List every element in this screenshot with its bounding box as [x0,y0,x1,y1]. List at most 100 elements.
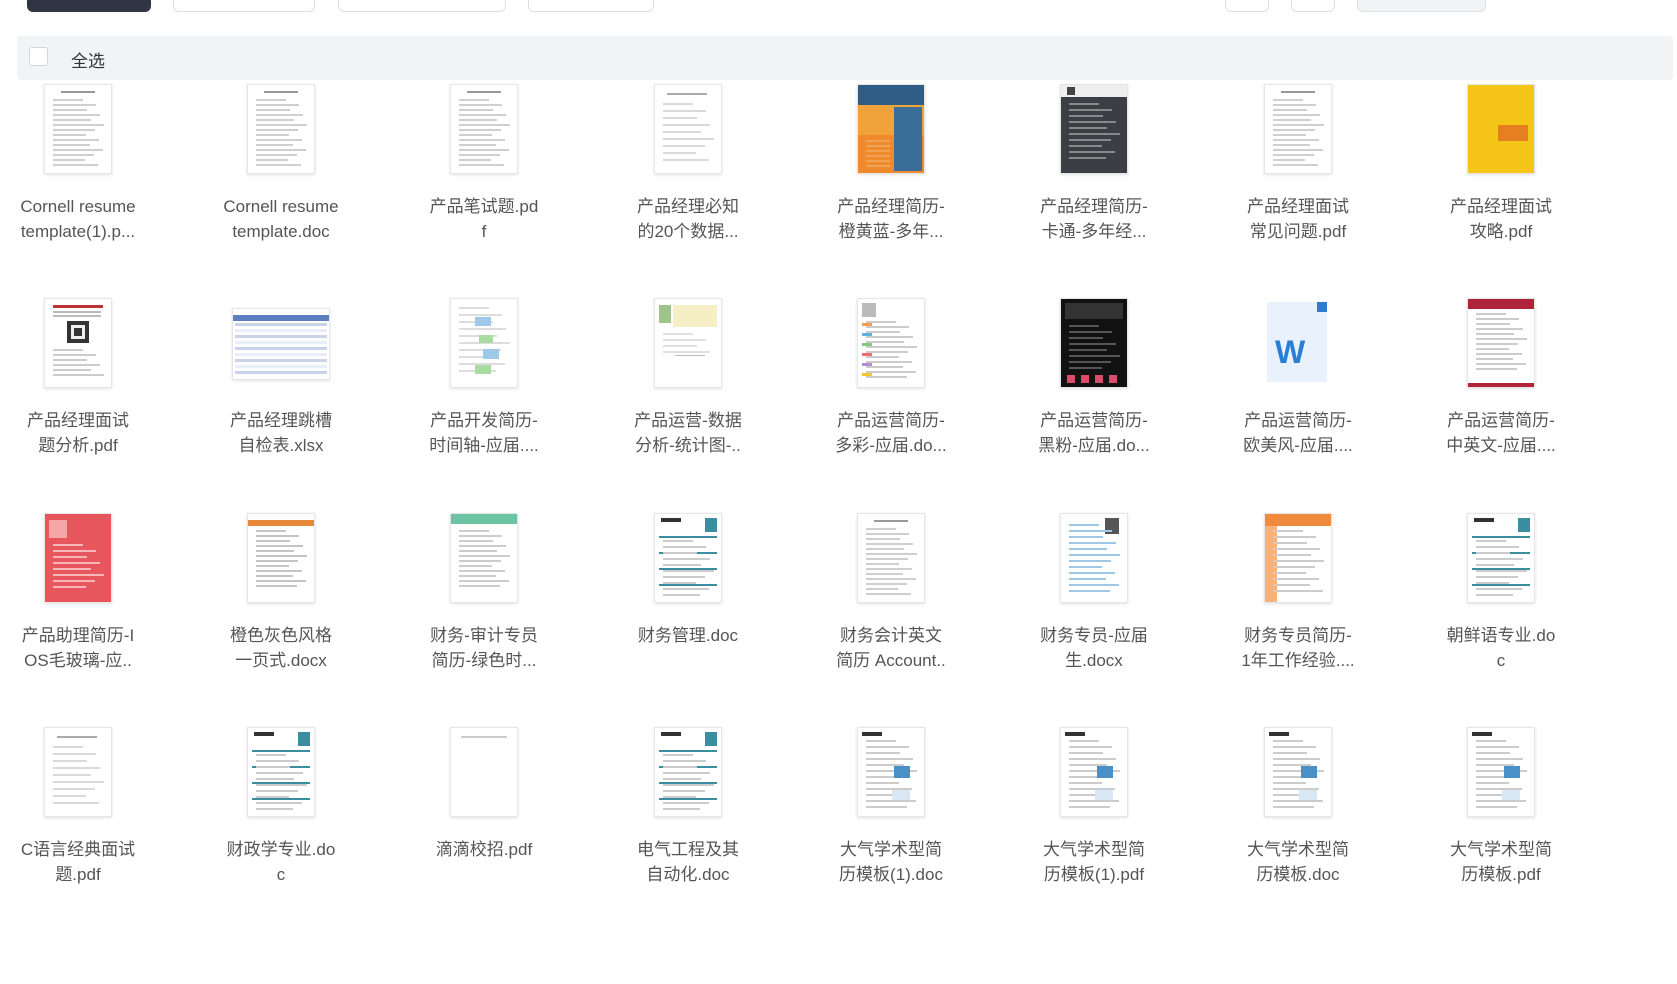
toolbar-primary-button[interactable] [27,0,151,12]
file-item[interactable]: 财务会计英文 简历 Account.. [791,513,991,713]
file-name[interactable]: 产品运营-数据 分析-统计图-.. [588,408,788,458]
file-item[interactable]: 产品经理必知 的20个数据... [588,84,788,284]
file-thumbnail[interactable] [1467,84,1535,174]
file-thumbnail[interactable] [1264,513,1332,603]
file-name[interactable]: 大气学术型简 历模板(1).pdf [994,837,1194,887]
file-thumbnail[interactable] [1060,298,1128,388]
file-thumbnail[interactable] [247,513,315,603]
file-item[interactable]: 产品运营简历- 黑粉-应届.do... [994,298,1194,498]
file-thumbnail[interactable] [857,727,925,817]
view-toggle[interactable] [1357,0,1486,12]
file-name[interactable]: 财务管理.doc [588,623,788,648]
file-name[interactable]: 产品经理简历- 橙黄蓝-多年... [791,194,991,244]
toolbar-button-2[interactable] [173,0,315,12]
toolbar-button-4[interactable] [528,0,654,12]
file-item[interactable]: 大气学术型简 历模板(1).pdf [994,727,1194,927]
file-item[interactable]: 产品运营简历- 中英文-应届.... [1401,298,1601,498]
file-item[interactable]: 电气工程及其 自动化.doc [588,727,788,927]
file-name[interactable]: 产品经理面试 题分析.pdf [0,408,178,458]
file-item[interactable]: 财务专员简历- 1年工作经验.... [1198,513,1398,713]
file-item[interactable]: 产品笔试题.pd f [384,84,584,284]
file-name[interactable]: 产品开发简历- 时间轴-应届.... [384,408,584,458]
file-name[interactable]: 产品经理简历- 卡通-多年经... [994,194,1194,244]
file-thumbnail[interactable] [857,513,925,603]
file-name[interactable]: 产品笔试题.pd f [384,194,584,244]
file-item[interactable]: 产品助理简历-I OS毛玻璃-应.. [0,513,178,713]
file-item[interactable]: 财政学专业.do c [181,727,381,927]
file-name[interactable]: 产品运营简历- 多彩-应届.do... [791,408,991,458]
file-item[interactable]: Cornell resume template(1).p... [0,84,178,284]
file-item[interactable]: C语言经典面试 题.pdf [0,727,178,927]
file-item[interactable]: 产品经理面试 常见问题.pdf [1198,84,1398,284]
file-item[interactable]: 财务管理.doc [588,513,788,713]
file-item[interactable]: 大气学术型简 历模板.pdf [1401,727,1601,927]
file-name[interactable]: 产品经理跳槽 自检表.xlsx [181,408,381,458]
file-thumbnail[interactable] [1467,727,1535,817]
file-item[interactable]: 橙色灰色风格 一页式.docx [181,513,381,713]
file-thumbnail[interactable] [654,84,722,174]
file-name[interactable]: 橙色灰色风格 一页式.docx [181,623,381,673]
file-name[interactable]: 大气学术型简 历模板.doc [1198,837,1398,887]
toolbar-icon-button-2[interactable] [1291,0,1335,12]
file-thumbnail[interactable] [450,513,518,603]
file-thumbnail[interactable] [1264,727,1332,817]
file-thumbnail[interactable]: W [1265,298,1331,386]
file-item[interactable]: 产品经理简历- 橙黄蓝-多年... [791,84,991,284]
file-name[interactable]: 大气学术型简 历模板(1).doc [791,837,991,887]
file-item[interactable]: W 产品运营简历- 欧美风-应届.... [1198,298,1398,498]
file-item[interactable]: 产品开发简历- 时间轴-应届.... [384,298,584,498]
file-item[interactable]: 朝鲜语专业.do c [1401,513,1601,713]
file-name[interactable]: 产品经理面试 常见问题.pdf [1198,194,1398,244]
file-thumbnail[interactable] [1060,727,1128,817]
file-thumbnail[interactable] [1264,84,1332,174]
file-item[interactable]: 产品经理面试 攻略.pdf [1401,84,1601,284]
file-thumbnail[interactable] [654,298,722,388]
select-all-label[interactable]: 全选 [71,47,105,72]
file-thumbnail[interactable] [1467,513,1535,603]
select-all-checkbox[interactable] [29,47,48,66]
file-thumbnail[interactable] [1060,513,1128,603]
file-name[interactable]: 财务会计英文 简历 Account.. [791,623,991,673]
file-name[interactable]: 财务-审计专员 简历-绿色时... [384,623,584,673]
file-name[interactable]: 产品经理必知 的20个数据... [588,194,788,244]
file-thumbnail[interactable] [450,727,518,817]
file-thumbnail[interactable] [44,727,112,817]
file-thumbnail[interactable] [247,727,315,817]
file-item[interactable]: 产品经理面试 题分析.pdf [0,298,178,498]
file-item[interactable]: 产品经理简历- 卡通-多年经... [994,84,1194,284]
file-item[interactable]: 大气学术型简 历模板(1).doc [791,727,991,927]
file-thumbnail[interactable] [1060,84,1128,174]
file-name[interactable]: 滴滴校招.pdf [384,837,584,862]
file-thumbnail[interactable] [857,84,925,174]
file-item[interactable]: 产品运营-数据 分析-统计图-.. [588,298,788,498]
file-item[interactable]: 财务专员-应届 生.docx [994,513,1194,713]
file-thumbnail[interactable] [654,727,722,817]
file-item[interactable]: 大气学术型简 历模板.doc [1198,727,1398,927]
file-name[interactable]: 电气工程及其 自动化.doc [588,837,788,887]
file-thumbnail[interactable] [450,84,518,174]
file-thumbnail[interactable] [654,513,722,603]
file-name[interactable]: 产品运营简历- 中英文-应届.... [1401,408,1601,458]
file-item[interactable]: 产品运营简历- 多彩-应届.do... [791,298,991,498]
file-thumbnail[interactable] [44,513,112,603]
file-item[interactable]: 财务-审计专员 简历-绿色时... [384,513,584,713]
file-thumbnail[interactable] [1467,298,1535,388]
file-name[interactable]: 朝鲜语专业.do c [1401,623,1601,673]
file-name[interactable]: C语言经典面试 题.pdf [0,837,178,887]
file-item[interactable]: Cornell resume template.doc [181,84,381,284]
file-thumbnail[interactable] [450,298,518,388]
file-name[interactable]: 产品助理简历-I OS毛玻璃-应.. [0,623,178,673]
file-name[interactable]: 产品运营简历- 欧美风-应届.... [1198,408,1398,458]
file-thumbnail[interactable] [857,298,925,388]
file-name[interactable]: 财政学专业.do c [181,837,381,887]
file-name[interactable]: Cornell resume template.doc [181,194,381,244]
toolbar-button-3[interactable] [338,0,506,12]
file-name[interactable]: 大气学术型简 历模板.pdf [1401,837,1601,887]
file-name[interactable]: 财务专员简历- 1年工作经验.... [1198,623,1398,673]
file-thumbnail[interactable] [232,308,330,380]
file-thumbnail[interactable] [44,84,112,174]
file-thumbnail[interactable] [44,298,112,388]
file-item[interactable]: 产品经理跳槽 自检表.xlsx [181,298,381,498]
file-name[interactable]: 产品经理面试 攻略.pdf [1401,194,1601,244]
file-name[interactable]: Cornell resume template(1).p... [0,194,178,244]
